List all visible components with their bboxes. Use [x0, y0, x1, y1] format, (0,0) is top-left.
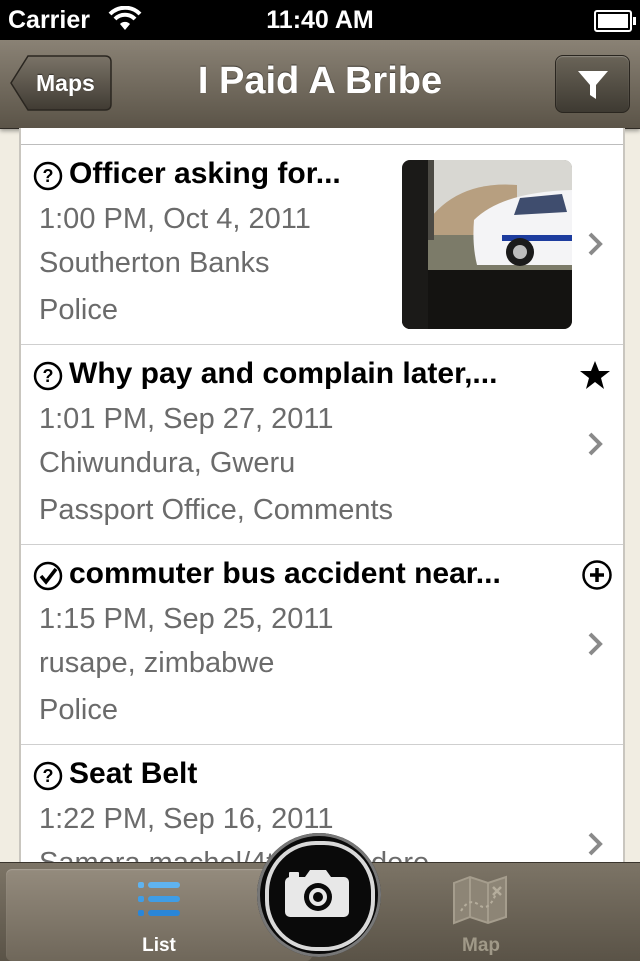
report-title: commuter bus accident near... — [69, 557, 501, 590]
report-title: Officer asking for... — [69, 157, 341, 190]
svg-text:?: ? — [43, 366, 54, 386]
report-category: Police — [39, 294, 118, 326]
report-row[interactable]: commuter bus accident near... 1:15 PM, S… — [21, 545, 623, 746]
chevron-right-icon — [588, 632, 603, 656]
verified-check-icon — [33, 561, 63, 591]
tab-list-label: List — [142, 935, 176, 956]
battery-icon — [594, 10, 636, 32]
add-circle-icon[interactable] — [581, 559, 613, 591]
camera-button[interactable] — [257, 833, 381, 957]
report-location: rusape, zimbabwe — [39, 647, 275, 679]
report-location: Southerton Banks — [39, 247, 270, 279]
filter-button[interactable] — [555, 55, 630, 113]
report-datetime: 1:15 PM, Sep 25, 2011 — [39, 603, 334, 635]
report-list[interactable]: ? Officer asking for... 1:00 PM, Oct 4, … — [19, 128, 625, 862]
tab-map-label: Map — [462, 935, 500, 956]
unverified-icon: ? — [33, 361, 63, 391]
report-row[interactable]: ? Why pay and complain later,... 1:01 PM… — [21, 345, 623, 546]
chevron-right-icon — [588, 232, 603, 256]
list-icon — [138, 882, 180, 916]
chevron-right-icon — [588, 832, 603, 856]
svg-text:?: ? — [43, 766, 54, 786]
report-datetime: 1:22 PM, Sep 16, 2011 — [39, 803, 334, 835]
status-bar: Carrier 11:40 AM — [0, 0, 640, 40]
list-top-edge — [21, 128, 623, 145]
report-row[interactable]: ? Officer asking for... 1:00 PM, Oct 4, … — [21, 145, 623, 346]
star-icon[interactable] — [579, 359, 611, 391]
chevron-right-icon — [588, 432, 603, 456]
report-datetime: 1:01 PM, Sep 27, 2011 — [39, 403, 334, 435]
report-title: Seat Belt — [69, 757, 198, 790]
unverified-icon: ? — [33, 761, 63, 791]
report-location: Chiwundura, Gweru — [39, 447, 296, 479]
report-category: Passport Office, Comments — [39, 494, 394, 526]
map-icon[interactable] — [451, 875, 509, 925]
clock: 11:40 AM — [266, 6, 374, 34]
report-category: Police — [39, 694, 118, 726]
report-datetime: 1:00 PM, Oct 4, 2011 — [39, 203, 311, 235]
camera-icon — [285, 870, 349, 917]
unverified-icon: ? — [33, 161, 63, 191]
svg-text:?: ? — [43, 166, 54, 186]
filter-icon — [578, 71, 608, 99]
navigation-bar: Maps I Paid A Bribe — [0, 40, 640, 129]
page-title: I Paid A Bribe — [197, 60, 443, 102]
report-title: Why pay and complain later,... — [69, 357, 498, 390]
report-photo-thumbnail[interactable] — [402, 160, 572, 329]
